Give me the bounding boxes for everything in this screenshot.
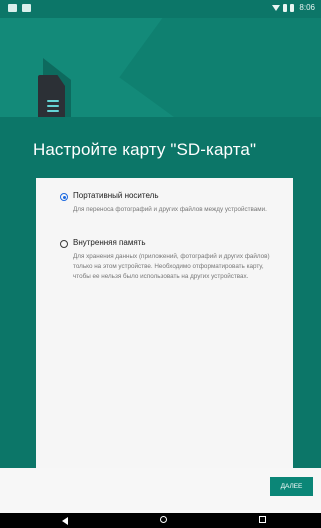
option-description: Для переноса фотографий и других файлов … [73, 206, 267, 213]
recents-icon[interactable] [259, 516, 266, 523]
status-time: 8:06 [299, 3, 315, 12]
status-left-icons [8, 4, 31, 12]
status-right-icons: 8:06 [272, 3, 315, 12]
sd-card-stripe [47, 105, 59, 107]
option-title: Внутренняя память [73, 238, 146, 247]
sim-icon [283, 3, 288, 12]
sd-card-icon [38, 75, 65, 117]
back-icon[interactable] [62, 517, 68, 525]
wifi-icon [272, 4, 281, 11]
battery-icon [290, 3, 295, 12]
sd-card-stripe [47, 110, 59, 112]
status-bar: 8:06 [0, 0, 321, 18]
setup-header [0, 18, 321, 117]
sd-card-stripe [47, 100, 59, 102]
home-icon[interactable] [160, 516, 167, 523]
storage-options-panel [36, 178, 293, 468]
notification-icon [8, 4, 17, 12]
next-button[interactable]: ДАЛЕЕ [270, 477, 313, 496]
option-title: Портативный носитель [73, 191, 159, 200]
radio-button[interactable] [60, 240, 68, 248]
page-title: Настройте карту "SD-карта" [33, 140, 257, 159]
photo-icon [22, 4, 31, 12]
radio-button-selected[interactable] [60, 193, 68, 201]
option-description: Для хранения данных (приложений, фотогра… [73, 253, 270, 280]
